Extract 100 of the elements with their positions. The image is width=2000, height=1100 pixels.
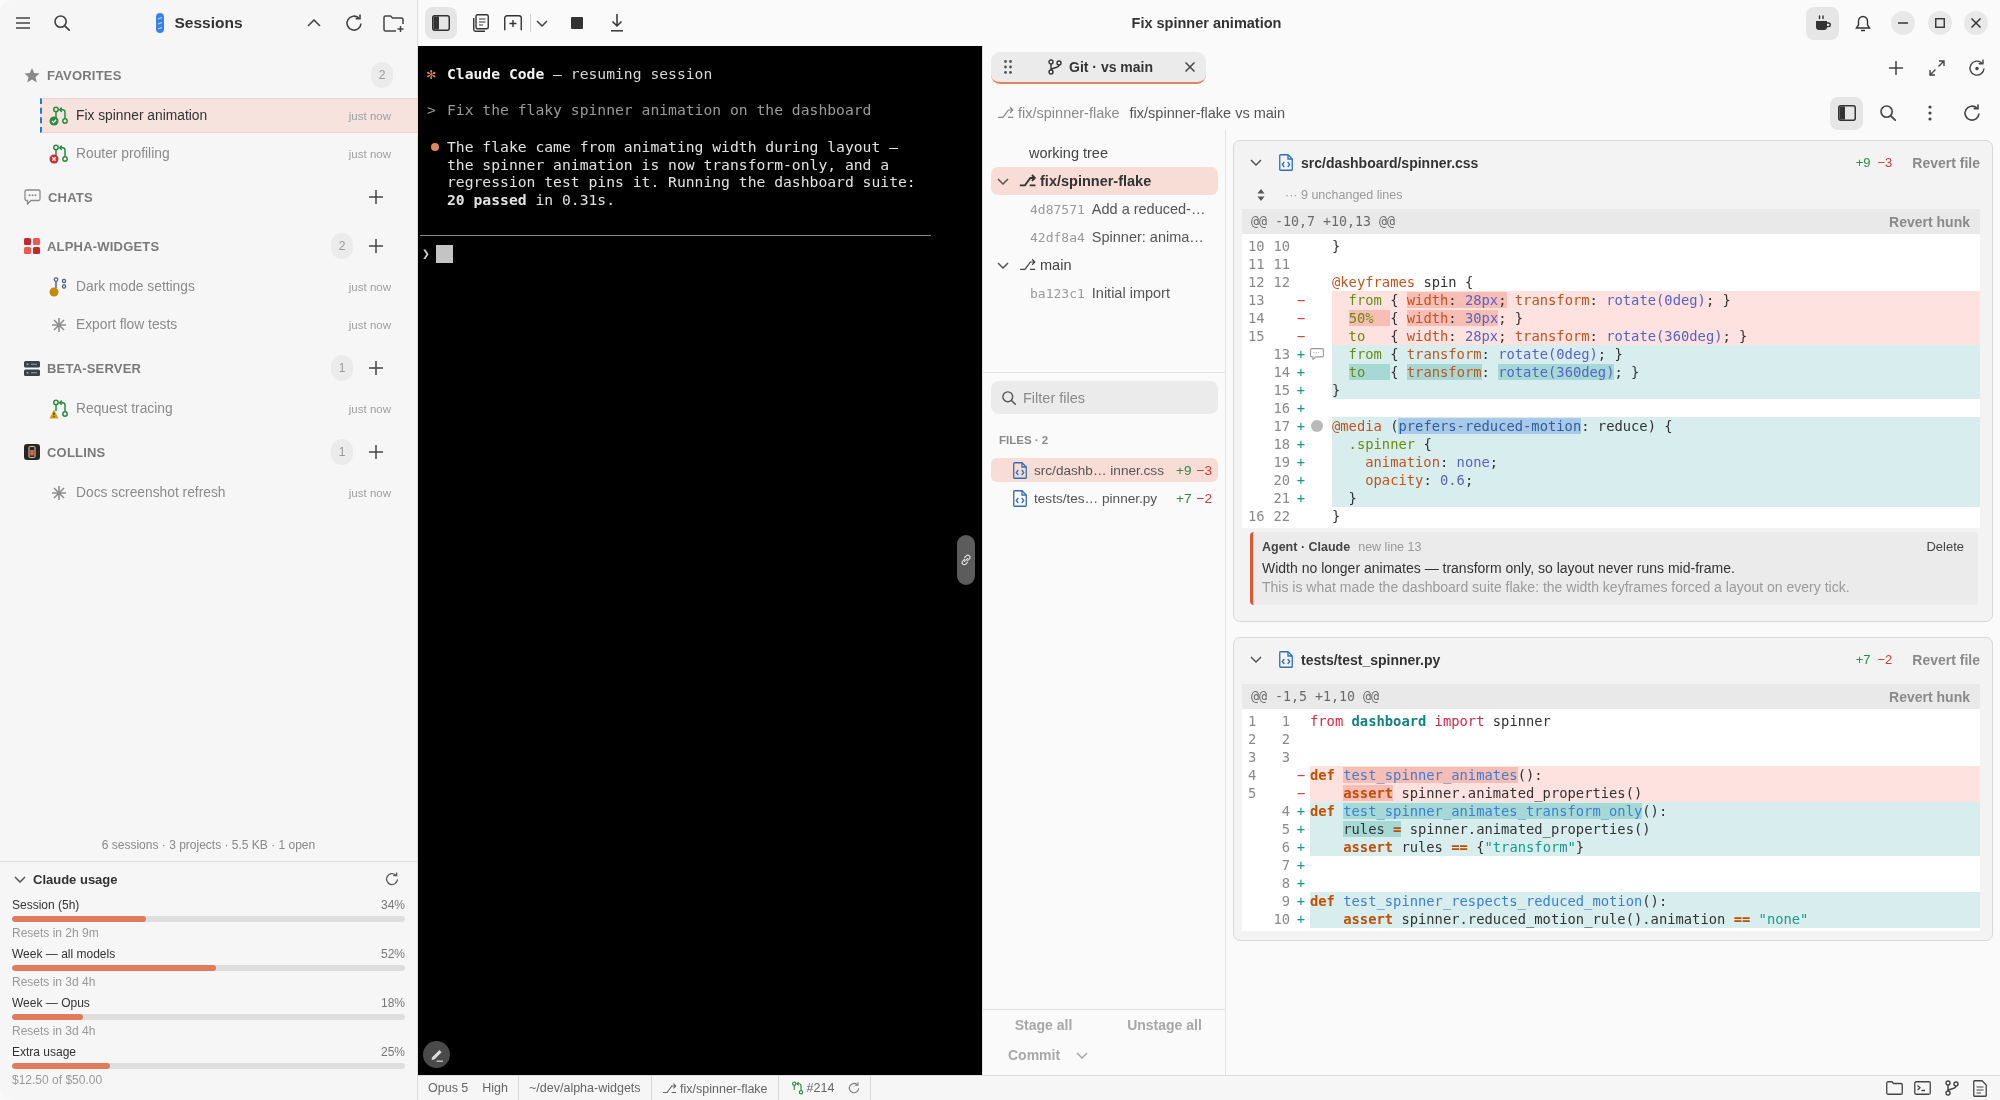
refresh-icon[interactable] bbox=[848, 1082, 861, 1094]
line-number: 16 bbox=[1248, 507, 1265, 525]
session-item[interactable]: Request tracing just now bbox=[40, 391, 417, 426]
document-icon[interactable] bbox=[1973, 1079, 1987, 1097]
menu-icon[interactable] bbox=[16, 17, 30, 29]
git-tab[interactable]: Git · vs main bbox=[991, 52, 1206, 84]
delete-button[interactable]: Delete bbox=[1926, 539, 1964, 554]
minimize-icon bbox=[1898, 22, 1908, 24]
sessions-summary: 6 sessions · 3 projects · 5.5 KB · 1 open bbox=[101, 838, 316, 852]
edit-button[interactable] bbox=[423, 1041, 450, 1068]
branch-dot-icon bbox=[49, 276, 69, 297]
sidebar-toggle-button[interactable] bbox=[425, 7, 457, 39]
expand-icon[interactable] bbox=[1929, 60, 1945, 76]
meter-reading: 25% bbox=[380, 1044, 405, 1061]
panel-layout-icon bbox=[1837, 105, 1856, 121]
chevron-icon[interactable] bbox=[14, 875, 26, 883]
add-icon[interactable] bbox=[369, 361, 383, 375]
refresh-icon[interactable] bbox=[1963, 104, 1981, 122]
search-icon[interactable] bbox=[54, 15, 70, 31]
file-path: src/dashboard/spinner.css bbox=[1301, 154, 1479, 171]
capsule-icon bbox=[156, 13, 165, 33]
rotate-icon[interactable] bbox=[1968, 59, 1986, 77]
asterisk-icon bbox=[52, 317, 66, 332]
search-icon[interactable] bbox=[1880, 105, 1896, 121]
tree-item[interactable]: working tree bbox=[991, 139, 1218, 167]
dot-icon[interactable] bbox=[1311, 420, 1323, 432]
group-label: CHATS bbox=[48, 189, 93, 205]
diff-sign: − bbox=[1296, 291, 1306, 309]
diff-sign: + bbox=[1296, 453, 1306, 471]
new-folder-icon[interactable] bbox=[383, 14, 405, 32]
session-time: just now bbox=[348, 109, 391, 122]
chevron-up-icon[interactable] bbox=[307, 19, 321, 27]
line-number: 18 bbox=[1273, 435, 1290, 453]
tree-item[interactable]: ⎇ main bbox=[991, 251, 1218, 279]
session-item[interactable]: Docs screenshot refresh just now bbox=[40, 475, 417, 510]
line-number: 10 bbox=[1273, 237, 1290, 255]
line-number: 8 bbox=[1280, 874, 1290, 892]
chevron-icon[interactable] bbox=[997, 177, 1009, 185]
add-icon[interactable] bbox=[1889, 61, 1903, 75]
chevron-down-icon[interactable] bbox=[536, 19, 548, 27]
pull-request-warning-icon bbox=[49, 398, 69, 419]
line-number: 9 bbox=[1280, 892, 1290, 910]
pull-request-cross-icon bbox=[49, 143, 69, 164]
download-icon[interactable] bbox=[610, 14, 624, 32]
group-label: BETA-SERVER bbox=[47, 360, 142, 376]
folder-icon[interactable] bbox=[1886, 1081, 1903, 1095]
refresh-icon[interactable] bbox=[345, 14, 363, 32]
maximize-button[interactable] bbox=[1928, 11, 1952, 35]
add-icon[interactable] bbox=[369, 445, 383, 459]
deletions-count: −2 bbox=[1196, 490, 1212, 506]
expand-lines-icon[interactable] bbox=[1257, 189, 1265, 201]
diff-sign: + bbox=[1296, 838, 1306, 856]
bell-icon[interactable] bbox=[1855, 14, 1871, 32]
chevron-down-icon bbox=[1076, 1051, 1089, 1059]
branch-icon[interactable] bbox=[1945, 1080, 1959, 1096]
prompt-input[interactable]: ❯ bbox=[422, 244, 933, 263]
revert-file-button[interactable]: Revert file bbox=[1912, 651, 1980, 668]
caffeinate-button[interactable] bbox=[1806, 6, 1839, 40]
session-item[interactable]: Router profiling just now bbox=[40, 136, 417, 171]
more-icon[interactable] bbox=[1928, 105, 1932, 121]
filter-field[interactable]: Filter files bbox=[991, 381, 1218, 414]
tree-item[interactable]: ⎇ fix/spinner-flake bbox=[991, 167, 1218, 195]
file-item[interactable]: src/dashb… inner.css +9 −3 bbox=[991, 458, 1218, 482]
comment-icon[interactable] bbox=[1310, 348, 1324, 360]
sparkle-mark: ✻ bbox=[427, 65, 437, 83]
diff-sign: + bbox=[1296, 435, 1306, 453]
diff-sign: + bbox=[1296, 892, 1306, 910]
commit-item[interactable]: 42df8a4 Spinner: anima… bbox=[991, 223, 1218, 251]
line-number: 14 bbox=[1248, 309, 1265, 327]
refresh-icon[interactable] bbox=[385, 872, 399, 886]
terminal-line: Claude Code — resuming session bbox=[447, 65, 713, 83]
files-panel-button[interactable] bbox=[1830, 96, 1863, 130]
line-number: 13 bbox=[1273, 345, 1290, 363]
terminal-icon[interactable] bbox=[1914, 1081, 1931, 1095]
close-button[interactable] bbox=[1964, 11, 1988, 35]
comment-body: Width no longer animates — transform only, so layout never runs mid-frame. bbox=[1262, 559, 1736, 578]
minimize-button[interactable] bbox=[1891, 11, 1915, 35]
new-tab-icon[interactable] bbox=[504, 15, 522, 31]
session-item[interactable]: Dark mode settings just now bbox=[40, 269, 417, 304]
line-number: 1 bbox=[1280, 712, 1290, 730]
close-icon[interactable] bbox=[1185, 62, 1195, 72]
commit-item[interactable]: ba123c1 Initial import bbox=[991, 279, 1218, 307]
pull-request-number[interactable]: #214 bbox=[806, 1081, 835, 1095]
code-line: @keyframes spin { bbox=[1332, 273, 1474, 291]
file-item[interactable]: tests/tes… pinner.py +7 −2 bbox=[991, 486, 1218, 510]
line-number: 2 bbox=[1248, 730, 1258, 748]
notes-icon[interactable] bbox=[473, 14, 489, 32]
commit-item[interactable]: 4d87571 Add a reduced-… bbox=[991, 195, 1218, 223]
commit-hash: 42df8a4 bbox=[1030, 229, 1085, 245]
revert-file-button[interactable]: Revert file bbox=[1912, 154, 1980, 171]
chevron-icon[interactable] bbox=[997, 261, 1009, 269]
link-handle[interactable] bbox=[957, 535, 975, 585]
asterisk-icon bbox=[52, 485, 66, 500]
add-icon[interactable] bbox=[369, 239, 383, 253]
chevron-icon[interactable] bbox=[1250, 159, 1262, 166]
session-item[interactable]: Export flow tests just now bbox=[40, 307, 417, 342]
add-icon[interactable] bbox=[369, 190, 383, 204]
session-item[interactable]: Fix spinner animation just now bbox=[40, 98, 417, 133]
drag-handle-icon[interactable] bbox=[1004, 60, 1012, 74]
chevron-icon[interactable] bbox=[1250, 656, 1262, 663]
